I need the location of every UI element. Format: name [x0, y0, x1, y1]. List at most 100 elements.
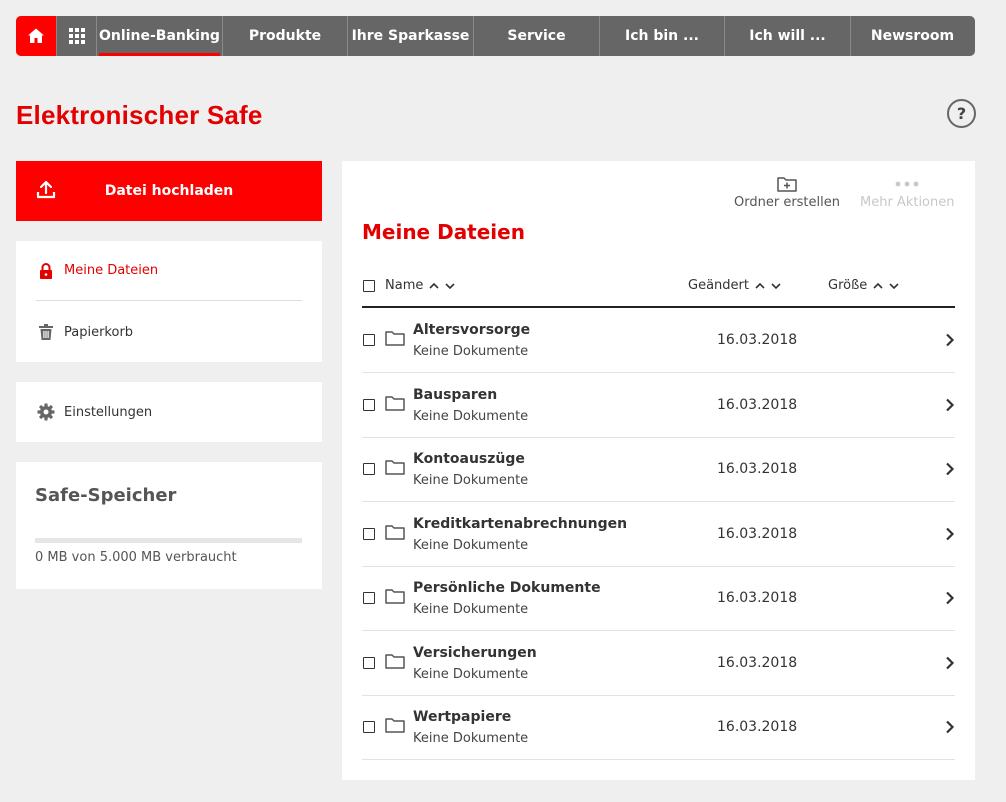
- sidebar-item-trash[interactable]: Papierkorb: [36, 302, 302, 362]
- column-header-size[interactable]: Größe: [828, 278, 899, 293]
- nav-ich-bin[interactable]: Ich bin ...: [599, 16, 724, 56]
- table-row[interactable]: Bausparen Keine Dokumente 16.03.2018: [362, 373, 955, 438]
- storage-panel: Safe-Speicher 0 MB von 5.000 MB verbrauc…: [16, 462, 322, 589]
- nav-produkte[interactable]: Produkte: [222, 16, 347, 56]
- folder-subtitle: Keine Dokumente: [413, 602, 529, 617]
- folder-date: 16.03.2018: [717, 332, 798, 348]
- row-checkbox[interactable]: [363, 527, 375, 540]
- home-icon: [28, 28, 44, 43]
- table-row[interactable]: Kreditkartenabrechnungen Keine Dokumente 1…: [362, 502, 955, 567]
- sort-icons: [873, 282, 899, 289]
- more-actions-button[interactable]: Mehr Aktionen: [860, 173, 955, 210]
- column-header-changed[interactable]: Geändert: [688, 278, 781, 293]
- folder-date: 16.03.2018: [717, 396, 798, 413]
- file-list-panel: Ordner erstellen Mehr Aktionen Meine Dat…: [342, 161, 975, 780]
- folder-name[interactable]: Persönliche Dokumente: [413, 580, 601, 596]
- chevron-right-icon[interactable]: [945, 332, 955, 351]
- sort-descending-icon[interactable]: [889, 282, 899, 289]
- folder-icon: [385, 459, 405, 479]
- folder-date: 16.03.2018: [717, 461, 798, 477]
- folder-name[interactable]: Kreditkartenabrechnungen: [413, 516, 627, 532]
- nav-service[interactable]: Service: [473, 16, 599, 56]
- top-navigation: Online-Banking Produkte Ihre Sparkasse S…: [16, 16, 975, 56]
- gear-icon: [36, 403, 56, 421]
- column-header-label: Größe: [828, 278, 868, 293]
- new-folder-icon: [734, 173, 840, 195]
- folder-date: 16.03.2018: [717, 590, 798, 606]
- sort-ascending-icon[interactable]: [755, 282, 765, 289]
- create-folder-button[interactable]: Ordner erstellen: [734, 173, 840, 210]
- upload-file-label: Datei hochladen: [104, 183, 234, 199]
- storage-progress-bar: [35, 538, 302, 543]
- folder-icon: [385, 524, 405, 544]
- chevron-right-icon[interactable]: [945, 590, 955, 609]
- folder-name[interactable]: Kontoauszüge: [413, 451, 525, 467]
- chevron-right-icon[interactable]: [945, 526, 955, 545]
- folder-icon: [385, 588, 405, 608]
- table-row[interactable]: Persönliche Dokumente Keine Dokumente 16.0…: [362, 566, 955, 631]
- sidebar-item-label: Papierkorb: [64, 324, 134, 340]
- folder-icon: [385, 717, 405, 737]
- folder-name[interactable]: Altersvorsorge: [413, 322, 530, 338]
- row-checkbox[interactable]: [363, 334, 375, 346]
- folder-subtitle: Keine Dokumente: [413, 731, 529, 746]
- nav-ihre-sparkasse[interactable]: Ihre Sparkasse: [347, 16, 473, 56]
- home-button[interactable]: [16, 16, 56, 56]
- chevron-right-icon[interactable]: [945, 719, 955, 738]
- apps-menu-button[interactable]: [56, 16, 96, 56]
- folder-subtitle: Keine Dokumente: [413, 473, 529, 488]
- folder-date: 16.03.2018: [717, 719, 798, 735]
- folder-subtitle: Keine Dokumente: [413, 666, 529, 682]
- table-row[interactable]: Altersvorsorge Keine Dokumente 16.03.2018: [362, 308, 955, 373]
- upload-file-button[interactable]: Datei hochladen: [16, 161, 322, 221]
- create-folder-label: Ordner erstellen: [734, 195, 840, 210]
- sidebar-item-my-files[interactable]: Meine Dateien: [36, 241, 302, 301]
- trash-icon: [36, 324, 56, 340]
- chevron-right-icon[interactable]: [945, 397, 955, 416]
- grid-icon: [68, 28, 85, 44]
- folder-subtitle: Keine Dokumente: [413, 408, 529, 424]
- sidebar-nav-panel: Meine Dateien Papierkorb: [16, 241, 322, 362]
- section-title: Meine Dateien: [362, 220, 525, 244]
- sort-icons: [755, 282, 781, 289]
- nav-newsroom[interactable]: Newsroom: [850, 16, 974, 56]
- folder-icon: [385, 330, 405, 350]
- chevron-right-icon[interactable]: [945, 655, 955, 674]
- sidebar-item-label: Meine Dateien: [64, 263, 159, 278]
- help-icon[interactable]: ?: [947, 99, 976, 128]
- folder-name[interactable]: Versicherungen: [413, 645, 537, 661]
- storage-usage-text: 0 MB von 5.000 MB verbraucht: [35, 550, 237, 565]
- row-checkbox[interactable]: [363, 721, 375, 733]
- select-all-checkbox[interactable]: [363, 280, 375, 292]
- column-header-name[interactable]: Name: [385, 278, 455, 293]
- table-row[interactable]: Versicherungen Keine Dokumente 16.03.2018: [362, 631, 955, 696]
- lock-icon: [36, 262, 56, 279]
- column-header-label: Name: [385, 278, 424, 293]
- row-checkbox[interactable]: [363, 398, 375, 411]
- sort-descending-icon[interactable]: [771, 282, 781, 289]
- sidebar-item-settings[interactable]: Einstellungen: [36, 382, 302, 442]
- more-actions-label: Mehr Aktionen: [860, 195, 955, 210]
- chevron-right-icon[interactable]: [945, 461, 955, 480]
- sort-ascending-icon[interactable]: [429, 282, 439, 289]
- table-row[interactable]: Kontoauszüge Keine Dokumente 16.03.2018: [362, 437, 955, 502]
- table-row[interactable]: Wertpapiere Keine Dokumente 16.03.2018: [362, 695, 955, 760]
- folder-subtitle: Keine Dokumente: [413, 344, 529, 359]
- row-checkbox[interactable]: [363, 463, 375, 475]
- upload-icon: [36, 180, 56, 204]
- folder-name[interactable]: Bausparen: [413, 387, 497, 403]
- settings-panel: Einstellungen: [16, 382, 322, 442]
- nav-ich-will[interactable]: Ich will ...: [724, 16, 850, 56]
- page-title: Elektronischer Safe: [16, 100, 263, 130]
- folder-name[interactable]: Wertpapiere: [413, 709, 511, 725]
- row-checkbox[interactable]: [363, 656, 375, 669]
- folder-icon: [385, 653, 405, 673]
- sidebar-item-label: Einstellungen: [64, 404, 153, 420]
- folder-date: 16.03.2018: [717, 525, 798, 542]
- column-header-label: Geändert: [688, 278, 749, 293]
- nav-online-banking[interactable]: Online-Banking: [96, 16, 222, 56]
- row-checkbox[interactable]: [363, 592, 375, 604]
- sort-ascending-icon[interactable]: [873, 282, 883, 289]
- sort-descending-icon[interactable]: [445, 282, 455, 289]
- folder-icon: [385, 395, 405, 415]
